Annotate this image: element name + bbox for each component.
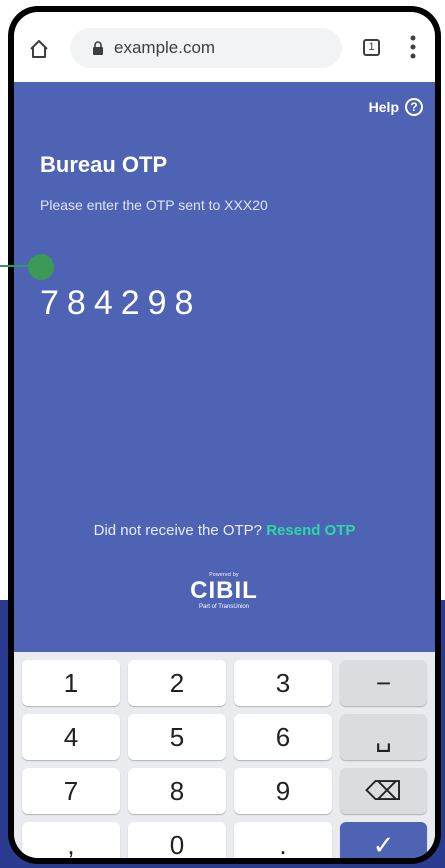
logo-name: CIBIL [190, 577, 258, 604]
lock-icon [93, 41, 103, 55]
key-6[interactable]: 6 [234, 714, 332, 760]
key-0[interactable]: 0 [128, 822, 226, 858]
otp-instruction: Please enter the OTP sent to XXX20 [40, 197, 268, 213]
key-8[interactable]: 8 [128, 768, 226, 814]
resend-prompt: Did not receive the OTP? [93, 522, 263, 539]
logo-tagline: Part of TransUnion [198, 604, 250, 610]
phone-screen: example.com 1 Help ? Bureau OTP Please e… [14, 12, 435, 858]
key-7[interactable]: 7 [22, 768, 120, 814]
key-4[interactable]: 4 [22, 714, 120, 760]
done-key[interactable]: ✓ [340, 822, 427, 858]
key-1[interactable]: 1 [22, 660, 120, 706]
help-icon: ? [405, 98, 423, 116]
home-icon[interactable] [28, 38, 50, 60]
annotation-pointer-dot [28, 254, 54, 280]
phone-frame: example.com 1 Help ? Bureau OTP Please e… [8, 6, 441, 864]
numeric-keypad: 1 2 3 − 4 5 6 ␣ 7 8 9 ⌫ , 0 . ✓ [14, 652, 435, 858]
key-comma[interactable]: , [22, 822, 120, 858]
url-text: example.com [114, 38, 216, 57]
resend-line: Did not receive the OTP? Resend OTP [14, 522, 435, 539]
help-link[interactable]: Help ? [369, 98, 423, 116]
help-label: Help [368, 99, 399, 115]
key-2[interactable]: 2 [128, 660, 226, 706]
tabs-icon[interactable]: 1 [363, 39, 380, 56]
resend-otp-link[interactable]: Resend OTP [266, 522, 355, 539]
otp-input[interactable]: 784298 [40, 284, 201, 323]
menu-icon[interactable] [410, 34, 416, 60]
key-9[interactable]: 9 [234, 768, 332, 814]
key-3[interactable]: 3 [234, 660, 332, 706]
key-5[interactable]: 5 [128, 714, 226, 760]
key-minus[interactable]: − [340, 660, 427, 706]
backspace-key[interactable]: ⌫ [340, 768, 427, 814]
cibil-logo: Powered by CIBIL Part of TransUnion [174, 572, 274, 628]
url-bar[interactable]: example.com [70, 28, 342, 68]
browser-toolbar: example.com 1 [14, 12, 435, 82]
page-title: Bureau OTP [40, 152, 168, 177]
key-period[interactable]: . [234, 822, 332, 858]
key-space[interactable]: ␣ [340, 714, 427, 760]
